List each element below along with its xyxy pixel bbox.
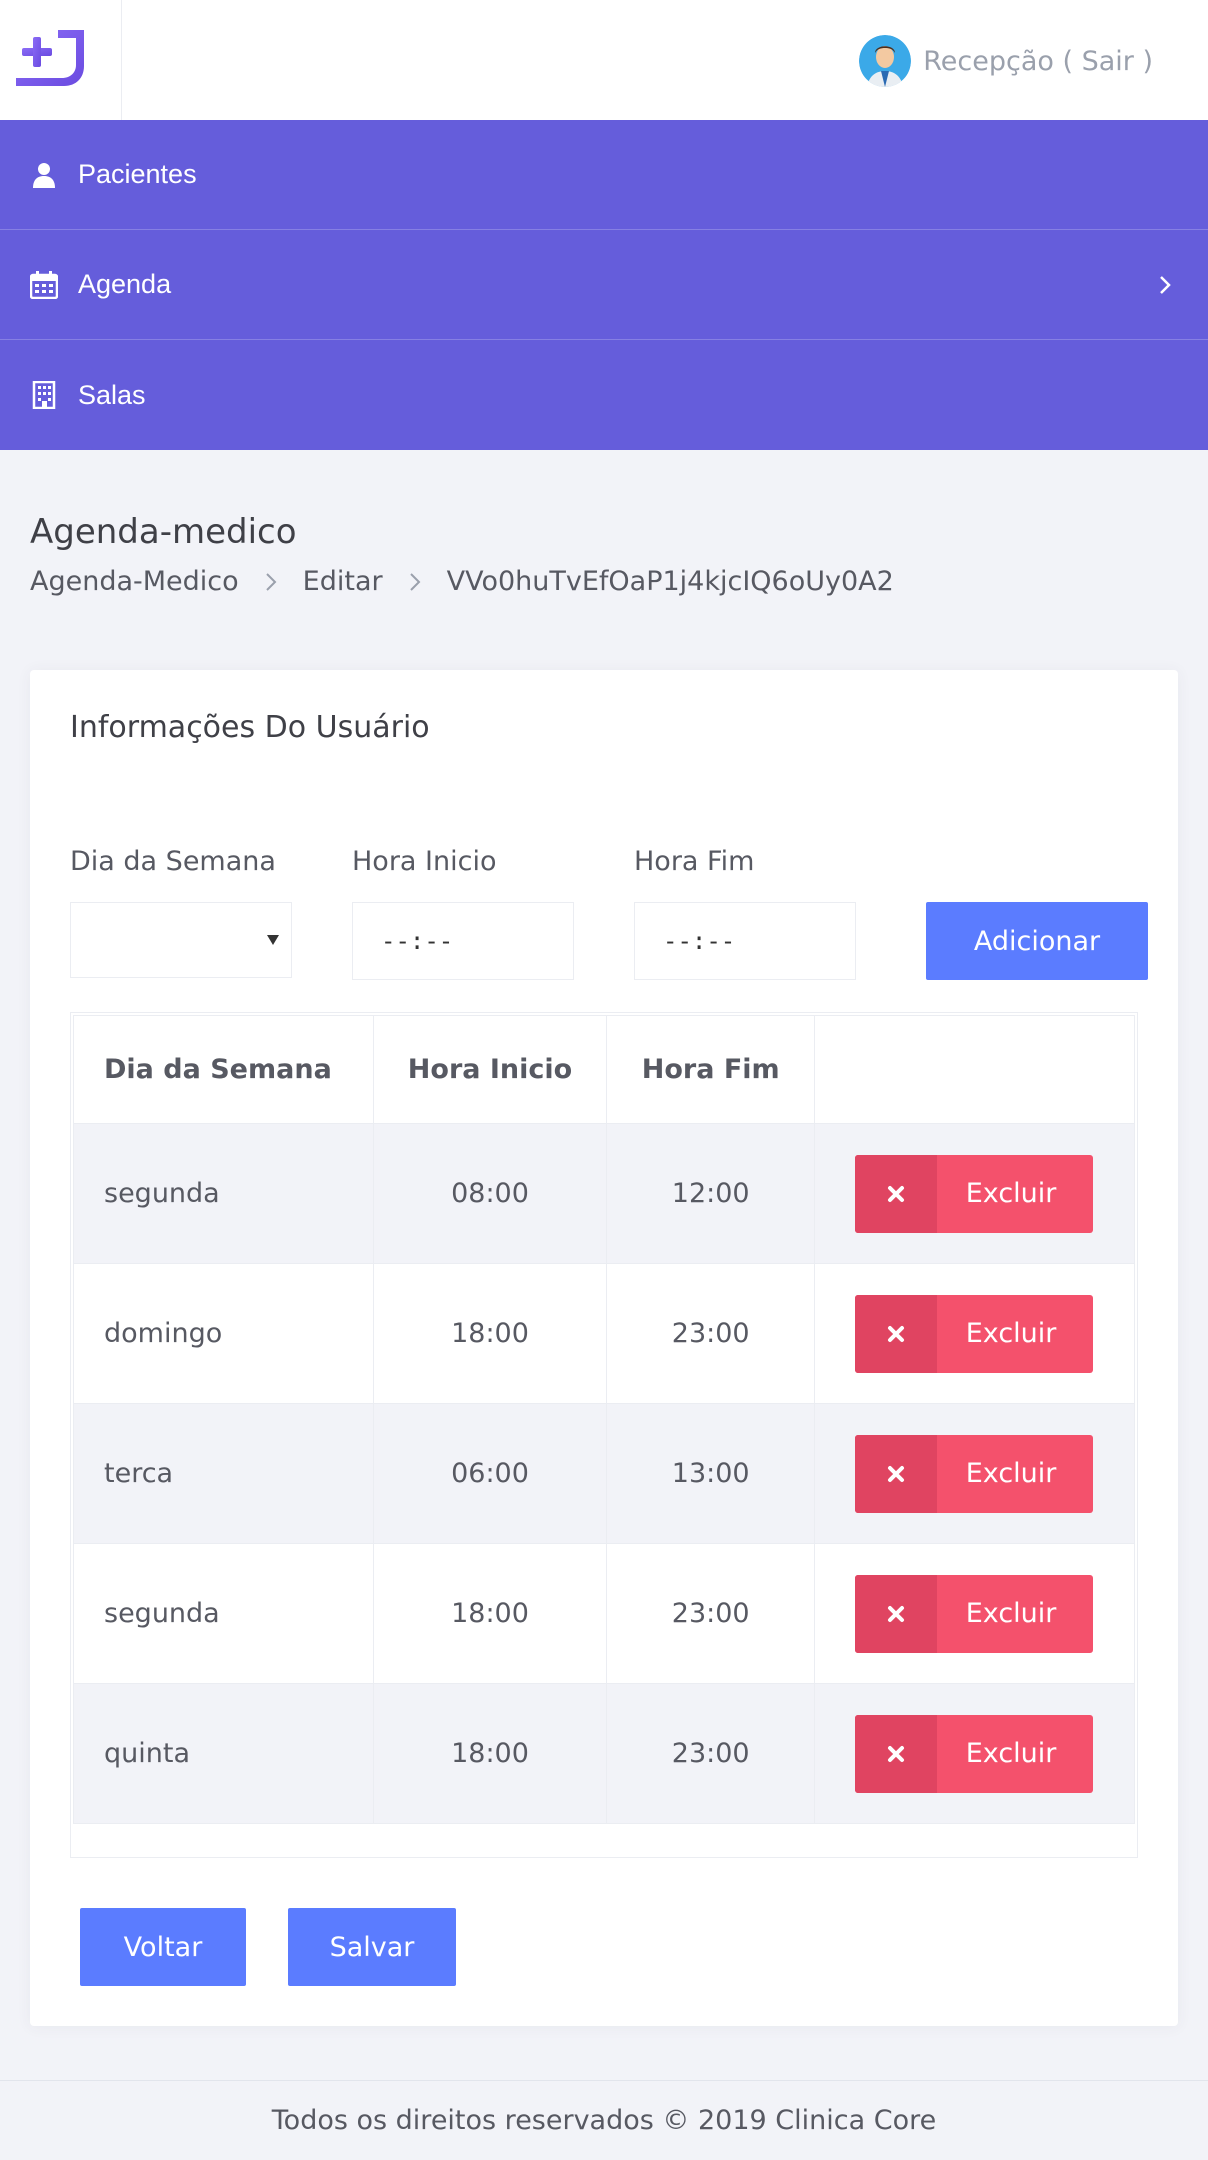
close-icon: [855, 1574, 938, 1653]
card-title: Informações Do Usuário: [70, 710, 430, 745]
table-row: quinta 18:00 23:00 Excluir: [73, 1683, 1135, 1824]
cell-end: 13:00: [606, 1403, 816, 1544]
chevron-right-icon: [1160, 275, 1171, 294]
cell-end: 23:00: [606, 1543, 816, 1684]
cell-day: segunda: [73, 1543, 374, 1684]
cell-end: 23:00: [606, 1263, 816, 1404]
table-row: segunda 08:00 12:00 Excluir: [73, 1123, 1135, 1264]
nav-item-agenda[interactable]: Agenda: [0, 230, 1208, 340]
user-logout-link[interactable]: Recepção ( Sair ): [923, 46, 1153, 77]
cell-start: 18:00: [372, 1263, 608, 1404]
table-row: segunda 18:00 23:00 Excluir: [73, 1543, 1135, 1684]
cell-day: segunda: [73, 1123, 374, 1264]
delete-label: Excluir: [965, 1458, 1057, 1489]
close-icon: [855, 1434, 938, 1513]
column-header-actions: [814, 1015, 1135, 1124]
user-info-card: Informações Do Usuário Dia da Semana Hor…: [30, 670, 1178, 2026]
delete-label: Excluir: [965, 1598, 1057, 1629]
cell-day: domingo: [73, 1263, 374, 1404]
delete-label: Excluir: [965, 1178, 1057, 1209]
close-icon: [855, 1154, 938, 1233]
cell-actions: Excluir: [814, 1543, 1135, 1684]
cell-start: 08:00: [372, 1123, 608, 1264]
nav-item-pacientes[interactable]: Pacientes: [0, 120, 1208, 230]
cell-end: 12:00: [606, 1123, 816, 1264]
top-header: Recepção ( Sair ): [0, 0, 1208, 120]
delete-button[interactable]: Excluir: [855, 1714, 1094, 1793]
save-button[interactable]: Salvar: [288, 1908, 456, 1986]
chevron-right-icon: [265, 572, 277, 591]
end-time-input[interactable]: --:--: [634, 902, 856, 980]
user-icon: [28, 159, 60, 191]
day-select[interactable]: [70, 902, 292, 978]
nav-label-salas: Salas: [78, 379, 146, 410]
page-title: Agenda-medico: [30, 512, 297, 552]
table-row: terca 06:00 13:00 Excluir: [73, 1403, 1135, 1544]
breadcrumb: Agenda-Medico Editar VVo0huTvEfOaP1j4kjc…: [30, 566, 894, 597]
main-nav: Pacientes Agenda Salas: [0, 120, 1208, 450]
cell-start: 18:00: [372, 1683, 608, 1824]
calendar-icon: [28, 269, 60, 301]
cell-actions: Excluir: [814, 1683, 1135, 1824]
building-icon: [28, 379, 60, 411]
cell-end: 23:00: [606, 1683, 816, 1824]
close-icon: [855, 1294, 938, 1373]
start-time-input[interactable]: --:--: [352, 902, 574, 980]
user-menu[interactable]: Recepção ( Sair ): [859, 34, 1153, 88]
delete-label: Excluir: [965, 1318, 1057, 1349]
back-button[interactable]: Voltar: [80, 1908, 246, 1986]
nav-item-salas[interactable]: Salas: [0, 340, 1208, 450]
column-header-day: Dia da Semana: [73, 1015, 374, 1124]
avatar: [859, 35, 912, 87]
schedule-table-container: Dia da Semana Hora Inicio Hora Fim segun…: [70, 1012, 1138, 1858]
column-header-end: Hora Fim: [606, 1015, 816, 1124]
cell-day: quinta: [73, 1683, 374, 1824]
copyright-text: Todos os direitos reservados © 2019 Clin…: [271, 2105, 937, 2136]
delete-label: Excluir: [965, 1738, 1057, 1769]
breadcrumb-item-agenda-medico[interactable]: Agenda-Medico: [30, 566, 239, 597]
end-time-label: Hora Fim: [634, 846, 755, 877]
breadcrumb-item-id[interactable]: VVo0huTvEfOaP1j4kjcIQ6oUy0A2: [447, 566, 894, 597]
cell-actions: Excluir: [814, 1263, 1135, 1404]
cell-actions: Excluir: [814, 1403, 1135, 1544]
table-row: domingo 18:00 23:00 Excluir: [73, 1263, 1135, 1404]
delete-button[interactable]: Excluir: [855, 1294, 1094, 1373]
cell-start: 18:00: [372, 1543, 608, 1684]
logo-icon: [16, 30, 84, 86]
chevron-right-icon: [409, 572, 421, 591]
cell-start: 06:00: [372, 1403, 608, 1544]
close-icon: [855, 1714, 938, 1793]
delete-button[interactable]: Excluir: [855, 1434, 1094, 1513]
delete-button[interactable]: Excluir: [855, 1574, 1094, 1653]
day-label: Dia da Semana: [70, 846, 276, 877]
delete-button[interactable]: Excluir: [855, 1154, 1094, 1233]
cell-actions: Excluir: [814, 1123, 1135, 1264]
nav-label-agenda: Agenda: [78, 269, 172, 299]
add-button[interactable]: Adicionar: [926, 902, 1148, 980]
table-header-row: Dia da Semana Hora Inicio Hora Fim: [73, 1015, 1135, 1124]
schedule-table: Dia da Semana Hora Inicio Hora Fim segun…: [73, 1015, 1135, 1824]
nav-label-pacientes: Pacientes: [78, 159, 197, 189]
column-header-start: Hora Inicio: [372, 1015, 608, 1124]
breadcrumb-item-editar[interactable]: Editar: [303, 566, 383, 597]
caret-down-icon: [267, 935, 279, 945]
start-time-label: Hora Inicio: [352, 846, 497, 877]
cell-day: terca: [73, 1403, 374, 1544]
brand-logo[interactable]: [0, 0, 122, 120]
page-footer: Todos os direitos reservados © 2019 Clin…: [0, 2080, 1208, 2160]
